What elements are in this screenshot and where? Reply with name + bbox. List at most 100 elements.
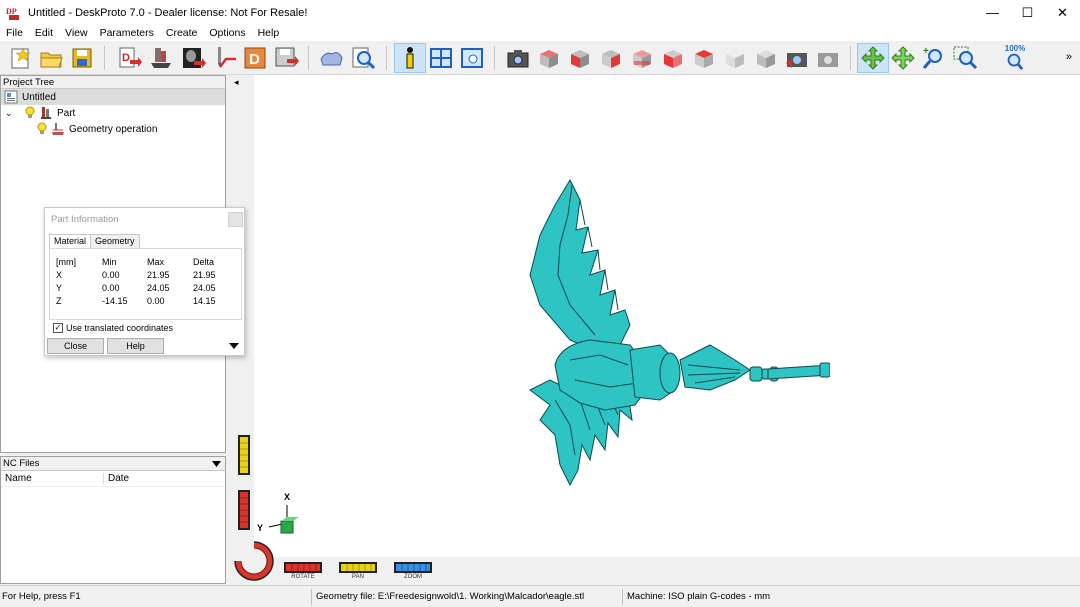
column-header-date[interactable]: Date xyxy=(104,473,129,484)
camera-next-icon[interactable] xyxy=(815,45,841,71)
view-right-icon[interactable] xyxy=(598,45,624,71)
table-header-delta: Delta xyxy=(193,257,215,267)
lightbulb-icon[interactable] xyxy=(35,122,49,136)
view-window-icon[interactable] xyxy=(459,45,485,71)
dropdown-arrow-icon[interactable] xyxy=(212,460,221,467)
row-x-axis: X xyxy=(56,270,63,280)
tree-item-geometry-operation[interactable]: Geometry operation xyxy=(1,121,225,137)
expand-chevron-icon[interactable]: ⌄ xyxy=(5,108,19,119)
window-split-icon[interactable] xyxy=(428,45,454,71)
row-z-max: 0.00 xyxy=(147,296,165,306)
project-tree-header: Project Tree xyxy=(1,76,225,89)
row-x-max: 21.95 xyxy=(147,270,170,280)
pan-mode-label: PAN xyxy=(352,574,364,580)
toolpath-icon[interactable] xyxy=(212,45,238,71)
expand-dialog-arrow-icon[interactable] xyxy=(229,343,239,349)
relief-icon[interactable] xyxy=(180,45,206,71)
title-bar: DP Untitled - DeskProto 7.0 - Dealer lic… xyxy=(0,0,1080,25)
dimensions-table: [mm] Min Max Delta X 0.00 21.95 21.95 Y … xyxy=(49,248,242,320)
view-front-icon[interactable] xyxy=(567,45,593,71)
view-back-icon[interactable] xyxy=(629,45,655,71)
rotate-mode-label: ROTATE xyxy=(291,574,315,580)
toolbar-overflow-button[interactable]: » xyxy=(1066,51,1072,63)
simulation-icon[interactable] xyxy=(318,45,344,71)
tab-material[interactable]: Material xyxy=(49,234,92,249)
svg-text:D: D xyxy=(122,52,130,64)
lightbulb-icon[interactable] xyxy=(23,106,37,120)
row-y-delta: 24.05 xyxy=(193,283,216,293)
pan-slider-icon[interactable] xyxy=(238,435,250,475)
menu-file[interactable]: File xyxy=(0,27,29,39)
pan-mode-button[interactable] xyxy=(339,562,377,573)
collapse-arrow-icon[interactable]: ◂ xyxy=(234,77,239,88)
row-x-min: 0.00 xyxy=(102,270,120,280)
menu-parameters[interactable]: Parameters xyxy=(94,27,160,39)
minimize-button[interactable]: — xyxy=(975,0,1010,25)
menu-create[interactable]: Create xyxy=(160,27,204,39)
dxf-export-icon[interactable]: D xyxy=(242,45,268,71)
view-left-icon[interactable] xyxy=(660,45,686,71)
view-iso-icon[interactable] xyxy=(536,45,562,71)
geometry-operation-icon xyxy=(52,123,64,135)
dialog-close-button[interactable] xyxy=(228,212,243,227)
window-title: Untitled - DeskProto 7.0 - Dealer licens… xyxy=(28,6,308,19)
menu-view[interactable]: View xyxy=(59,27,94,39)
camera-icon[interactable] xyxy=(505,45,531,71)
translated-coordinates-option[interactable]: ✓ Use translated coordinates xyxy=(53,323,173,333)
pan-icon[interactable] xyxy=(890,45,916,71)
view-bottom-icon[interactable] xyxy=(722,45,748,71)
row-z-min: -14.15 xyxy=(102,296,128,306)
view-top-icon[interactable] xyxy=(691,45,717,71)
table-header-max: Max xyxy=(147,257,165,267)
info-icon[interactable] xyxy=(397,45,423,71)
zoom-in-icon[interactable]: + xyxy=(921,45,947,71)
open-folder-icon[interactable] xyxy=(38,45,64,71)
svg-text:DP: DP xyxy=(6,7,17,16)
part-information-dialog: Part Information Material Geometry [mm] … xyxy=(44,207,245,356)
zoom-window-icon[interactable] xyxy=(952,45,978,71)
nc-files-panel: NC Files Name Date xyxy=(0,456,226,584)
tree-item-part[interactable]: ⌄ Part xyxy=(1,105,225,121)
rotate-slider-icon[interactable] xyxy=(238,490,250,530)
menu-edit[interactable]: Edit xyxy=(29,27,59,39)
tree-item-untitled[interactable]: Untitled xyxy=(1,89,225,105)
part-tree-icon xyxy=(41,107,51,119)
tree-label-untitled: Untitled xyxy=(22,91,56,103)
nc-files-header[interactable]: NC Files xyxy=(1,457,225,471)
rotate-dial-icon[interactable] xyxy=(234,541,274,581)
menu-help[interactable]: Help xyxy=(252,27,286,39)
import-geometry-icon[interactable]: D xyxy=(116,45,142,71)
inspect-icon[interactable] xyxy=(350,45,376,71)
close-dialog-button[interactable]: Close xyxy=(47,338,104,354)
save-icon[interactable] xyxy=(69,45,95,71)
status-machine: Machine: ISO plain G-codes - mm xyxy=(627,591,771,602)
rotate-mode-button[interactable] xyxy=(284,562,322,573)
tree-label-part: Part xyxy=(57,107,76,119)
part-icon[interactable] xyxy=(148,45,174,71)
tree-label-geometry-operation: Geometry operation xyxy=(69,123,158,135)
3d-viewport[interactable]: ◂ X Y ROTATE PAN ZOOM xyxy=(230,75,1080,585)
svg-text:+: + xyxy=(923,46,929,57)
maximize-button[interactable]: ☐ xyxy=(1010,0,1045,25)
rotate-icon[interactable] xyxy=(860,45,886,71)
camera-previous-icon[interactable] xyxy=(784,45,810,71)
menu-options[interactable]: Options xyxy=(203,27,251,39)
row-y-min: 0.00 xyxy=(102,283,120,293)
table-header-unit: [mm] xyxy=(56,257,76,267)
status-help-text: For Help, press F1 xyxy=(2,591,81,602)
column-header-name[interactable]: Name xyxy=(1,473,104,484)
tab-geometry[interactable]: Geometry xyxy=(90,234,140,249)
close-button[interactable]: ✕ xyxy=(1045,0,1080,25)
save-nc-icon[interactable] xyxy=(273,45,299,71)
zoom-mode-button[interactable] xyxy=(394,562,432,573)
deskproto-logo-icon: DP xyxy=(6,7,19,20)
help-button[interactable]: Help xyxy=(107,338,164,354)
status-geometry-file: Geometry file: E:\Freedesignwold\1. Work… xyxy=(316,591,585,602)
view-wire-icon[interactable] xyxy=(753,45,779,71)
axis-triad-icon xyxy=(268,505,299,534)
zoom-100-icon[interactable] xyxy=(1002,51,1026,71)
translated-coordinates-checkbox[interactable]: ✓ xyxy=(53,323,63,333)
new-project-icon[interactable] xyxy=(8,45,34,71)
eagle-3d-model xyxy=(529,178,830,487)
project-icon xyxy=(4,90,18,104)
